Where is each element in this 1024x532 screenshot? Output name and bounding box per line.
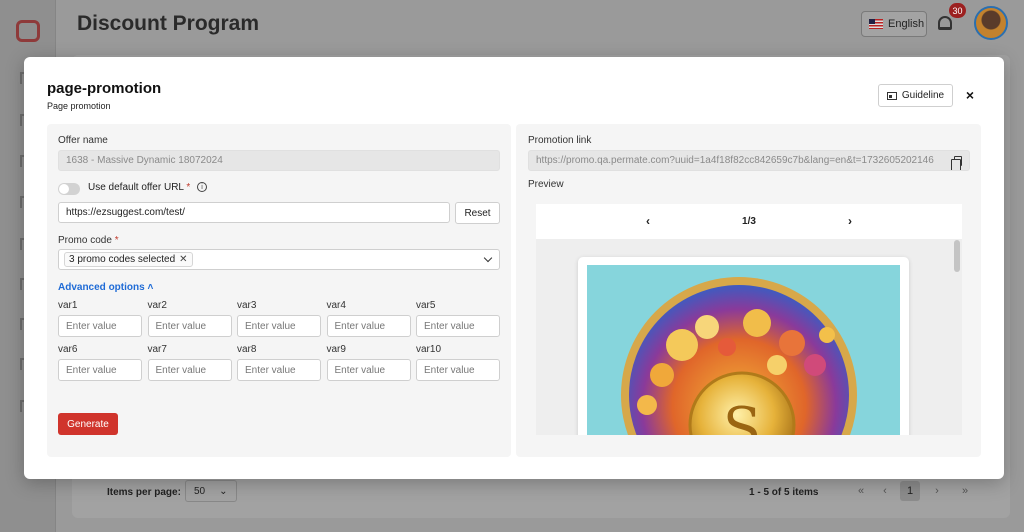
preview-frame: ‹ 1/3 › S — [536, 204, 962, 435]
var-input[interactable] — [66, 320, 141, 332]
var-field[interactable] — [147, 315, 232, 337]
chevron-down-icon: ⌄ — [219, 485, 228, 497]
offer-name-value: 1638 - Massive Dynamic 18072024 — [66, 155, 223, 166]
last-page-button[interactable]: » — [955, 481, 975, 501]
var-label: var3 — [237, 300, 257, 311]
user-avatar[interactable] — [974, 6, 1008, 40]
var-label: var1 — [58, 300, 78, 311]
var-input[interactable] — [245, 364, 320, 376]
promo-code-chip-label: 3 promo codes selected — [69, 254, 176, 265]
var-input[interactable] — [334, 320, 410, 332]
chevron-left-icon[interactable]: ‹ — [640, 213, 656, 229]
reset-button[interactable]: Reset — [455, 202, 500, 224]
pagination-range: 1 - 5 of 5 items — [749, 486, 819, 498]
svg-text:S: S — [723, 396, 761, 435]
items-per-page-select[interactable]: 50 ⌄ — [185, 480, 237, 502]
preview-nav: ‹ 1/3 › — [536, 204, 962, 239]
promotion-link-value: https://promo.qa.permate.com?uuid=1a4f18… — [536, 155, 934, 166]
coin-illustration: S — [587, 265, 900, 435]
notification-badge: 30 — [949, 3, 966, 18]
chevron-right-icon[interactable]: › — [842, 213, 858, 229]
var-label: var5 — [416, 300, 436, 311]
promo-coin-image: S — [587, 265, 900, 435]
app-logo[interactable] — [16, 20, 40, 42]
var-field[interactable] — [58, 315, 142, 337]
close-button[interactable]: × — [962, 86, 978, 104]
promo-code-label: Promo code * — [58, 235, 119, 246]
var-label: var7 — [147, 344, 167, 355]
offer-name-label: Offer name — [58, 135, 108, 146]
var-label: var10 — [416, 344, 442, 355]
next-page-button[interactable]: › — [927, 481, 947, 501]
pagination-bar: Items per page: 50 ⌄ 1 - 5 of 5 items « … — [84, 478, 984, 506]
offer-url-field[interactable] — [58, 202, 450, 223]
use-default-url-toggle[interactable] — [58, 183, 80, 195]
first-page-button[interactable]: « — [851, 481, 871, 501]
required-asterisk: * — [114, 235, 119, 246]
var-input[interactable] — [155, 320, 231, 332]
items-per-page-label: Items per page: — [107, 486, 181, 498]
promo-card: S — [578, 257, 909, 435]
chevron-down-icon — [483, 253, 493, 263]
promotion-link-field: https://promo.qa.permate.com?uuid=1a4f18… — [528, 150, 970, 171]
offer-form-panel: Offer name 1638 - Massive Dynamic 180720… — [47, 124, 511, 457]
var-input[interactable] — [334, 364, 410, 376]
remove-chip-icon[interactable]: ✕ — [179, 254, 187, 265]
guideline-label: Guideline — [901, 90, 945, 101]
modal-subtitle: Page promotion — [47, 101, 111, 111]
var-label: var2 — [147, 300, 167, 311]
var-input[interactable] — [424, 364, 499, 376]
language-selector[interactable]: English — [861, 11, 927, 37]
info-icon[interactable]: i — [197, 182, 207, 192]
use-default-url-label: Use default offer URL * — [88, 182, 191, 193]
var-input[interactable] — [66, 364, 141, 376]
language-label: English — [888, 18, 925, 30]
preview-label: Preview — [528, 179, 564, 190]
var-field[interactable] — [326, 359, 411, 381]
page-title: Discount Program — [77, 12, 260, 35]
promotion-link-label: Promotion link — [528, 135, 592, 146]
var-field[interactable] — [416, 359, 500, 381]
offer-name-field: 1638 - Massive Dynamic 18072024 — [58, 150, 500, 171]
var-label: var4 — [326, 300, 346, 311]
var-field[interactable] — [237, 359, 321, 381]
modal-title: page-promotion — [47, 80, 162, 97]
guide-book-icon — [886, 91, 897, 100]
preview-scrollbar[interactable] — [954, 240, 960, 272]
chevron-up-icon: ˄ — [147, 282, 154, 293]
promotion-panel: Promotion link https://promo.qa.permate.… — [516, 124, 981, 457]
var-label: var9 — [326, 344, 346, 355]
preview-page-indicator: 1/3 — [742, 216, 756, 227]
var-field[interactable] — [326, 315, 411, 337]
generate-button[interactable]: Generate — [58, 413, 118, 435]
var-label: var8 — [237, 344, 257, 355]
us-flag-icon — [869, 19, 883, 29]
var-input[interactable] — [245, 320, 320, 332]
var-field[interactable] — [237, 315, 321, 337]
var-input[interactable] — [424, 320, 499, 332]
var-field[interactable] — [416, 315, 500, 337]
offer-url-input[interactable] — [66, 207, 449, 218]
current-page-button[interactable]: 1 — [900, 481, 920, 501]
items-per-page-value: 50 — [194, 485, 206, 497]
promo-code-chip: 3 promo codes selected ✕ — [64, 252, 193, 267]
var-label: var6 — [58, 344, 78, 355]
promo-code-select[interactable]: 3 promo codes selected ✕ — [58, 249, 500, 270]
var-field[interactable] — [147, 359, 232, 381]
var-input[interactable] — [155, 364, 231, 376]
promotion-modal: page-promotion Page promotion Guideline … — [24, 57, 1004, 479]
required-asterisk: * — [186, 182, 191, 193]
guideline-button[interactable]: Guideline — [878, 84, 953, 107]
bell-icon[interactable] — [938, 16, 952, 30]
var-field[interactable] — [58, 359, 142, 381]
copy-icon[interactable] — [951, 156, 962, 170]
advanced-options-toggle[interactable]: Advanced options ˄ — [58, 282, 153, 293]
prev-page-button[interactable]: ‹ — [875, 481, 895, 501]
